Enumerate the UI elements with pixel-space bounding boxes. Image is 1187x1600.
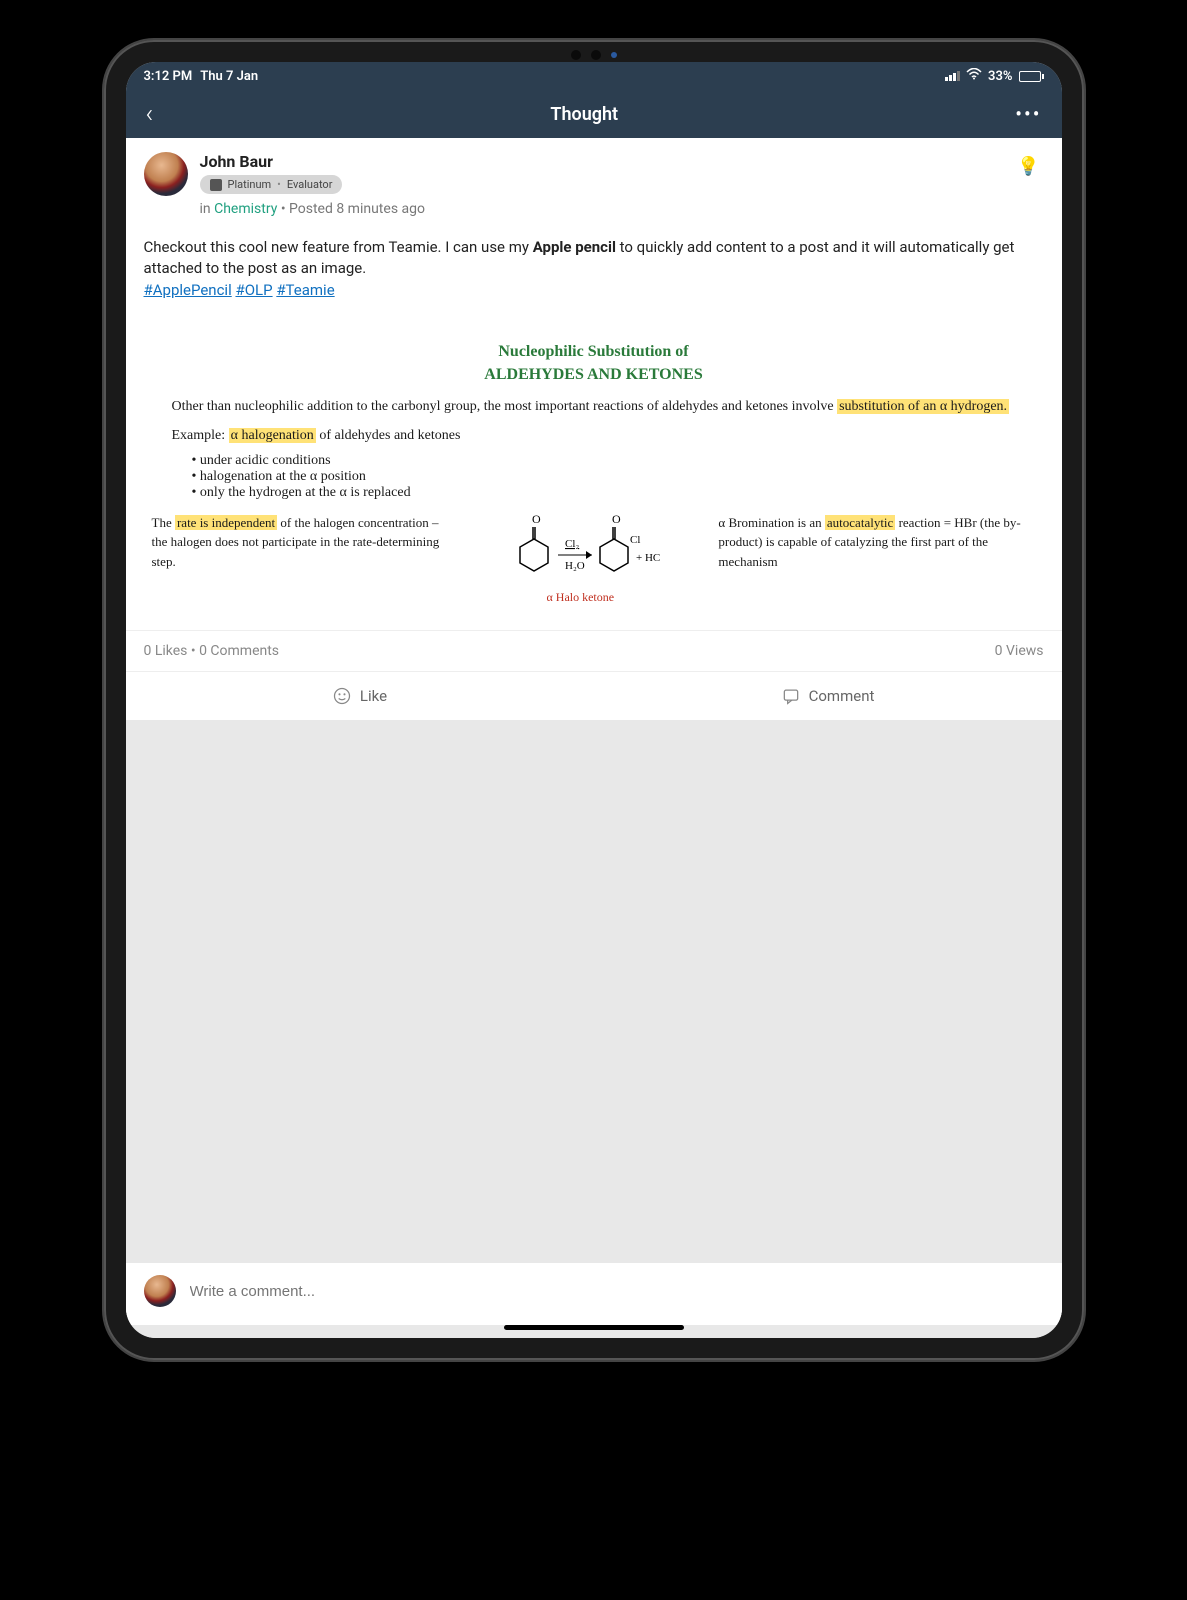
badge-evaluator: Evaluator [287, 178, 333, 191]
wifi-icon [966, 68, 982, 84]
status-bar: 3:12 PM Thu 7 Jan 33% [126, 62, 1062, 90]
svg-text:Cl₂: Cl₂ [565, 538, 579, 550]
nav-title: Thought [550, 104, 618, 125]
post-header: John Baur Platinum • Evaluator in Chemis… [126, 138, 1062, 223]
comments-count[interactable]: 0 Comments [199, 643, 279, 659]
status-date: Thu 7 Jan [200, 69, 258, 84]
signal-icon [945, 71, 960, 81]
svg-text:O: O [612, 513, 621, 526]
attachment-paragraph-1: Other than nucleophilic addition to the … [172, 396, 1016, 418]
post-attachment-image[interactable]: Nucleophilic Substitution of ALDEHYDES A… [136, 326, 1052, 621]
hashtag-olp[interactable]: #OLP [235, 281, 272, 299]
author-avatar[interactable] [144, 152, 188, 196]
attachment-paragraph-2: Example: α halogenation of aldehydes and… [172, 425, 1016, 447]
home-indicator[interactable] [504, 1325, 684, 1330]
attachment-title: Nucleophilic Substitution of ALDEHYDES A… [152, 340, 1036, 386]
content-area: John Baur Platinum • Evaluator in Chemis… [126, 138, 1062, 1338]
comment-icon [781, 686, 801, 706]
smile-icon [332, 686, 352, 706]
author-name[interactable]: John Baur [200, 152, 1044, 171]
back-button[interactable]: ‹ [146, 99, 154, 129]
comment-bar [126, 1263, 1062, 1325]
post-body: Checkout this cool new feature from Team… [126, 223, 1062, 316]
comment-button[interactable]: Comment [594, 672, 1062, 720]
badge-platinum: Platinum [228, 178, 272, 191]
hashtag-teamie[interactable]: #Teamie [276, 281, 334, 299]
author-badges: Platinum • Evaluator [200, 175, 1044, 195]
like-button[interactable]: Like [126, 672, 594, 720]
attachment-col-left: The rate is independent of the halogen c… [152, 513, 443, 607]
views-count: 0 Views [995, 643, 1044, 659]
svg-text:O: O [532, 513, 541, 526]
attachment-reaction: O Cl₂ H₂O O [448, 513, 712, 607]
device-camera [571, 50, 617, 60]
post-context: in Chemistry • Posted 8 minutes ago [200, 201, 1044, 217]
battery-icon [1019, 71, 1044, 82]
attachment-list: under acidic conditions halogenation at … [192, 453, 996, 501]
attachment-col-right: α Bromination is an autocatalytic reacti… [718, 513, 1035, 607]
post-card: John Baur Platinum • Evaluator in Chemis… [126, 138, 1062, 720]
posted-time: • Posted 8 minutes ago [277, 201, 425, 217]
svg-text:H₂O: H₂O [565, 560, 585, 572]
current-user-avatar[interactable] [144, 1275, 176, 1307]
lightbulb-icon: 💡 [1017, 156, 1039, 177]
svg-text:+ HCl: + HCl [636, 552, 660, 564]
ipad-device-frame: 3:12 PM Thu 7 Jan 33% ‹ Thought ••• [104, 40, 1084, 1360]
likes-count[interactable]: 0 Likes [144, 643, 188, 659]
status-time: 3:12 PM [144, 69, 193, 84]
more-button[interactable]: ••• [1015, 102, 1041, 126]
badge-icon [210, 179, 222, 191]
screen: 3:12 PM Thu 7 Jan 33% ‹ Thought ••• [126, 62, 1062, 1338]
post-actions: Like Comment [126, 671, 1062, 720]
battery-percent: 33% [988, 69, 1012, 84]
hashtag-applepencil[interactable]: #ApplePencil [144, 281, 232, 299]
svg-text:Cl: Cl [630, 534, 640, 546]
post-stats: 0 Likes • 0 Comments 0 Views [126, 630, 1062, 671]
nav-bar: ‹ Thought ••• [126, 90, 1062, 138]
subject-link[interactable]: Chemistry [214, 201, 277, 217]
attachment-columns: The rate is independent of the halogen c… [152, 513, 1036, 607]
comment-input[interactable] [190, 1283, 1044, 1300]
